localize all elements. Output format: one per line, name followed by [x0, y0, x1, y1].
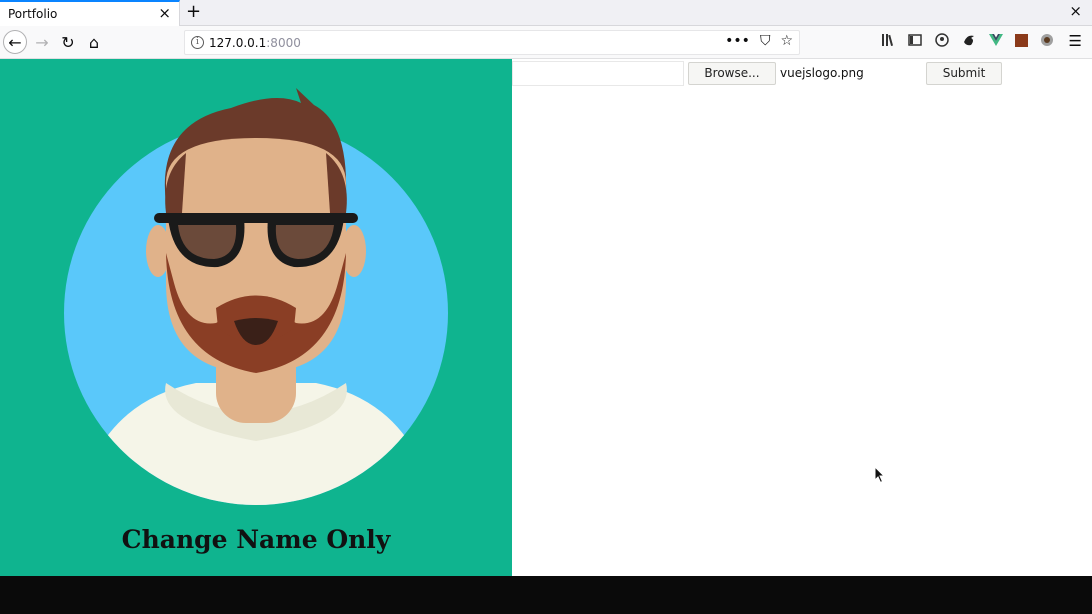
toolbar-icons — [880, 32, 1055, 48]
new-tab-button[interactable]: + — [186, 2, 201, 22]
sidebar-icon[interactable] — [907, 32, 923, 48]
tab-close-icon[interactable]: × — [158, 5, 171, 21]
account-icon[interactable] — [934, 32, 950, 48]
back-button[interactable]: ← — [3, 30, 27, 54]
submit-button[interactable]: Submit — [926, 62, 1002, 85]
bottom-black-bar — [0, 576, 1092, 614]
tab-portfolio[interactable]: Portfolio × — [0, 0, 180, 26]
browse-button[interactable]: Browse... — [688, 62, 776, 85]
extension-square-icon[interactable] — [1015, 33, 1028, 47]
url-bar[interactable]: i 127.0.0.1:8000 ••• ⛉ ☆ — [184, 30, 800, 55]
navigation-toolbar: ← → ↻ ⌂ i 127.0.0.1:8000 ••• ⛉ ☆ ☰ — [0, 26, 1092, 59]
selected-file-name: vuejslogo.png — [780, 66, 864, 80]
extension-globe-icon[interactable] — [1039, 32, 1055, 48]
tab-strip: Portfolio × + × — [0, 0, 1092, 26]
page-actions-icon[interactable]: ••• — [725, 33, 750, 49]
url-actions: ••• ⛉ ☆ — [725, 33, 793, 49]
window-close-button[interactable]: × — [1069, 3, 1082, 19]
pocket-icon[interactable]: ⛉ — [760, 33, 771, 49]
vue-devtools-icon[interactable] — [988, 32, 1004, 48]
page-content: Change Name Only Browse... vuejslogo.png… — [0, 59, 1092, 576]
url-host: 127.0.0.1 — [209, 36, 267, 50]
profile-panel: Change Name Only — [0, 59, 512, 576]
name-input[interactable] — [512, 61, 684, 86]
extension-e-icon[interactable] — [961, 32, 977, 48]
url-text[interactable]: 127.0.0.1:8000 — [209, 36, 301, 50]
upload-form: Browse... vuejslogo.png Submit — [512, 59, 1092, 89]
reload-button[interactable]: ↻ — [56, 30, 80, 54]
forward-button[interactable]: → — [30, 30, 54, 54]
mouse-cursor-icon — [874, 466, 886, 484]
page-title: Change Name Only — [121, 525, 391, 554]
menu-icon[interactable]: ☰ — [1069, 32, 1082, 50]
tab-title: Portfolio — [8, 7, 58, 21]
url-port: :8000 — [266, 36, 301, 50]
avatar-image — [64, 88, 448, 505]
library-icon[interactable] — [880, 32, 896, 48]
bookmark-star-icon[interactable]: ☆ — [780, 33, 793, 49]
site-info-icon[interactable]: i — [191, 36, 204, 49]
home-button[interactable]: ⌂ — [82, 30, 106, 54]
